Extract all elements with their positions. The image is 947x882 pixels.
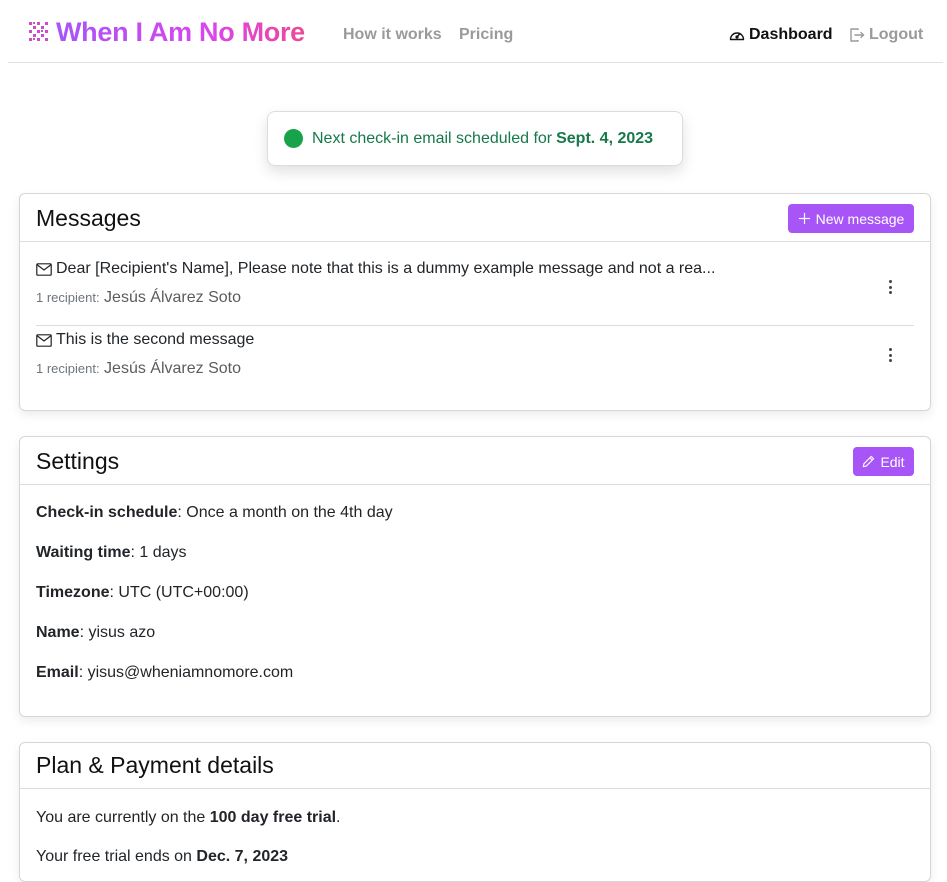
plan-trial-end-line: Your free trial ends on Dec. 7, 2023 [36, 848, 289, 865]
status-date: Sept. 4, 2023 [556, 129, 654, 147]
recipients-count: 1 recipient: [36, 361, 100, 376]
setting-timezone: Timezone: UTC (UTC+00:00) [36, 584, 249, 601]
settings-title: Settings [36, 448, 120, 474]
message-recipients: 1 recipient: Jesús Álvarez Soto [36, 360, 241, 378]
envelope-icon [36, 262, 52, 276]
plan-current-line: You are currently on the 100 day free tr… [36, 809, 341, 826]
nav-dashboard-label: Dashboard [749, 26, 833, 43]
edit-settings-button[interactable]: Edit [853, 447, 914, 476]
messages-title: Messages [36, 205, 141, 231]
recipient-name: Jesús Álvarez Soto [104, 289, 241, 306]
message-list-item[interactable]: This is the second message 1 recipient: … [36, 327, 914, 392]
recipient-name: Jesús Álvarez Soto [104, 360, 241, 377]
messages-card-header: Messages New message [20, 194, 930, 242]
edit-label: Edit [880, 453, 905, 470]
setting-email: Email: yisus@wheniamnomore.com [36, 664, 294, 681]
message-recipients: 1 recipient: Jesús Álvarez Soto [36, 289, 241, 307]
setting-name: Name: yisus azo [36, 624, 156, 641]
new-message-label: New message [815, 210, 905, 227]
speedometer-icon [729, 32, 745, 41]
message-options-icon[interactable] [882, 345, 898, 365]
message-subject-line: This is the second message [36, 331, 254, 349]
recipients-count: 1 recipient: [36, 290, 100, 305]
plan-payment-card: Plan & Payment details You are currently… [19, 742, 931, 882]
nav-link-logout[interactable]: Logout [849, 26, 923, 44]
nav-logout-label: Logout [869, 26, 924, 43]
status-dot-icon [284, 129, 303, 148]
message-subject: Dear [Recipient's Name], Please note tha… [56, 260, 716, 277]
status-text: Next check-in email scheduled for [312, 129, 553, 147]
nav-link-dashboard[interactable]: Dashboard [729, 26, 833, 44]
plan-card-header: Plan & Payment details [20, 743, 930, 789]
logout-icon [850, 28, 865, 42]
message-list-item[interactable]: Dear [Recipient's Name], Please note tha… [36, 260, 914, 326]
dotted-grid-logo-icon [29, 22, 48, 41]
setting-check-in-schedule: Check-in schedule: Once a month on the 4… [36, 504, 393, 521]
checkin-status-pill: Next check-in email scheduled for Sept. … [267, 111, 683, 166]
message-subject-line: Dear [Recipient's Name], Please note tha… [36, 260, 715, 278]
plan-title: Plan & Payment details [36, 752, 274, 778]
message-subject: This is the second message [56, 331, 255, 348]
settings-card-header: Settings Edit [20, 437, 930, 485]
navbar: When I Am No More How it works Pricing D… [8, 0, 943, 63]
settings-card: Settings Edit Check-in schedule: Once a … [19, 436, 931, 717]
brand-link[interactable]: When I Am No More [28, 16, 305, 48]
new-message-button[interactable]: New message [788, 204, 914, 233]
nav-link-pricing[interactable]: Pricing [459, 26, 513, 44]
setting-waiting-time: Waiting time: 1 days [36, 544, 187, 561]
envelope-icon [36, 333, 52, 347]
nav-link-how-it-works[interactable]: How it works [343, 26, 442, 44]
message-options-icon[interactable] [882, 277, 898, 297]
brand-name: When I Am No More [56, 16, 305, 47]
messages-card: Messages New message Dear [Recipient's N… [19, 193, 931, 411]
pencil-icon [863, 455, 875, 468]
plus-icon [798, 212, 810, 225]
